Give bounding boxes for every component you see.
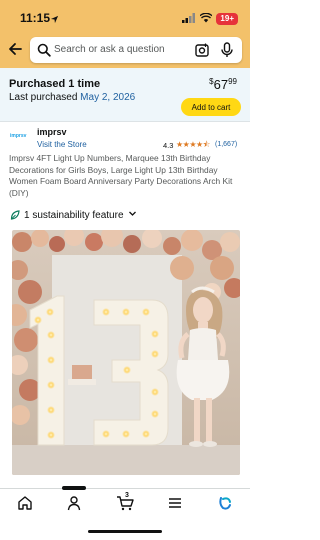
status-indicators: 19+ <box>182 10 238 28</box>
microphone-icon[interactable] <box>220 42 234 58</box>
status-time: 11:15 <box>20 11 51 25</box>
price: $6799 <box>209 77 237 92</box>
bottom-navigation: 3 <box>0 486 250 520</box>
cellular-signal-icon <box>182 10 196 28</box>
brand-logo[interactable]: imprsv <box>10 130 32 142</box>
cart-count-badge: 3 <box>125 492 129 499</box>
purchase-history-panel: Purchased 1 time Last purchased May 2, 2… <box>0 68 250 122</box>
rufus-assistant-icon[interactable] <box>217 495 233 511</box>
last-purchased-label: Last purchased <box>9 92 78 103</box>
menu-icon[interactable] <box>167 495 183 511</box>
home-icon[interactable] <box>17 495 33 511</box>
home-indicator[interactable] <box>88 530 162 533</box>
account-icon[interactable] <box>66 495 82 511</box>
back-arrow-icon[interactable] <box>6 40 24 58</box>
search-input[interactable]: Search or ask a question <box>30 37 242 63</box>
brand-name[interactable]: imprsv <box>37 127 67 137</box>
last-purchased-date[interactable]: May 2, 2026 <box>80 92 135 103</box>
battery-indicator: 19+ <box>216 13 238 25</box>
wifi-icon <box>199 10 213 28</box>
sustainability-label: 1 sustainability feature <box>24 209 124 221</box>
chevron-down-icon <box>128 209 137 221</box>
camera-search-icon[interactable] <box>194 42 210 58</box>
price-whole: 67 <box>213 77 229 92</box>
visit-store-link[interactable]: Visit the Store <box>37 140 87 149</box>
product-title: Imprsv 4FT Light Up Numbers, Marquee 13t… <box>9 153 233 198</box>
rating-count-link[interactable]: (1,667) <box>215 141 237 148</box>
leaf-icon <box>10 210 20 220</box>
star-rating-icon[interactable]: ★★★★⯪ <box>176 139 210 153</box>
cart-icon[interactable] <box>116 495 134 511</box>
rating-value: 4.3 <box>163 141 174 150</box>
search-placeholder: Search or ask a question <box>54 44 165 55</box>
status-bar: 11:15 19+ <box>0 0 250 32</box>
search-icon <box>37 43 51 57</box>
search-header: Search or ask a question <box>0 32 250 68</box>
last-purchased-line: Last purchased May 2, 2026 <box>9 92 135 103</box>
active-tab-indicator <box>62 486 86 490</box>
add-to-cart-button[interactable]: Add to cart <box>181 98 241 116</box>
purchase-count: Purchased 1 time <box>9 78 101 90</box>
price-cents: 99 <box>228 77 237 86</box>
location-arrow-icon <box>50 11 59 29</box>
sustainability-feature-toggle[interactable]: 1 sustainability feature <box>10 209 137 221</box>
product-image[interactable] <box>12 230 240 475</box>
